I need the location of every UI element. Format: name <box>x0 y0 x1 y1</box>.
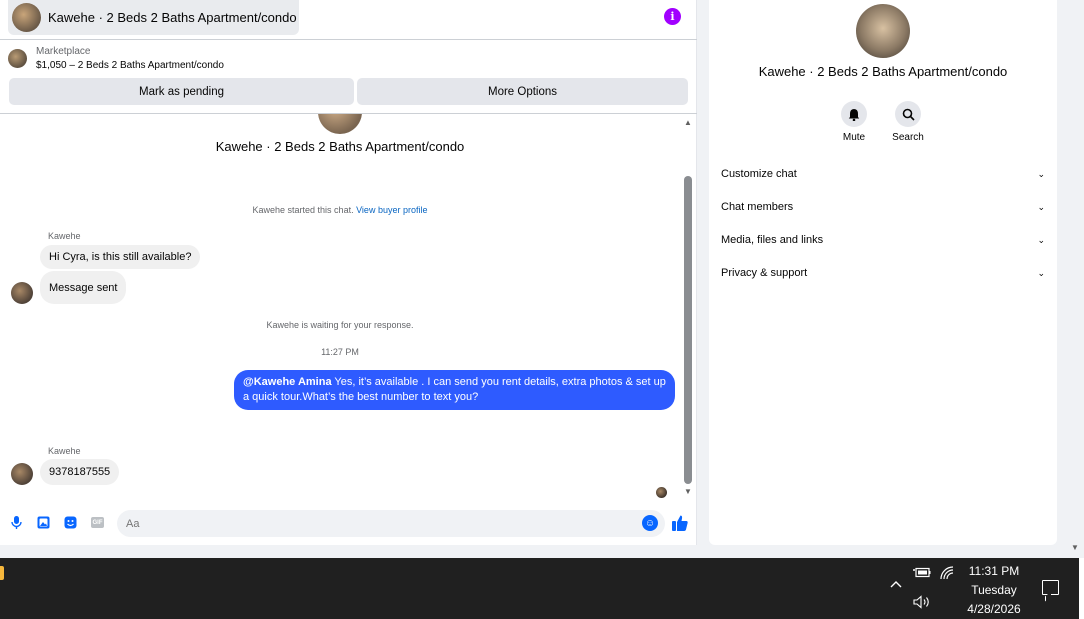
taskbar: 11:31 PM Tuesday 4/28/2026 <box>0 558 1084 619</box>
incoming-message: Message sent <box>40 271 127 304</box>
view-buyer-profile-link[interactable]: View buyer profile <box>356 205 427 215</box>
listing-price-title: $1,050 – 2 Beds 2 Baths Apartment/condo <box>36 60 224 71</box>
thumbs-up-icon[interactable] <box>671 514 689 532</box>
chevron-down-icon: ⌄ <box>1037 201 1045 212</box>
waiting-notice: Kawehe is waiting for your response. <box>266 320 414 330</box>
section-customize-chat[interactable]: Customize chat ⌄ <box>721 164 1045 184</box>
message-scrollbar[interactable]: ▲ ▼ <box>683 116 693 498</box>
clock-day: Tuesday <box>971 583 1017 597</box>
chevron-up-icon[interactable] <box>890 580 902 588</box>
chat-panel: Kawehe · 2 Beds 2 Baths Apartment/condo … <box>0 0 697 545</box>
message-composer: GIF ☺ <box>0 506 697 542</box>
microphone-icon[interactable] <box>10 516 23 529</box>
taskbar-app-icon[interactable] <box>0 566 4 580</box>
outgoing-message: @Kawehe Amina Yes, it’s available . I ca… <box>234 370 675 410</box>
scroll-thumb[interactable] <box>684 176 692 484</box>
mute-label: Mute <box>842 132 866 143</box>
page-scroll-down-icon[interactable]: ▼ <box>1071 543 1079 552</box>
mute-button[interactable]: Mute <box>829 101 879 143</box>
mark-as-pending-button[interactable]: Mark as pending <box>9 78 354 105</box>
chat-started-text: Kawehe started this chat. <box>252 205 354 215</box>
incoming-message: Hi Cyra, is this still available? <box>40 245 201 269</box>
search-button[interactable]: Search <box>883 101 933 143</box>
bell-icon <box>841 101 867 127</box>
marketplace-listing[interactable]: Marketplace $1,050 – 2 Beds 2 Baths Apar… <box>8 46 224 71</box>
message-list: Kawehe · 2 Beds 2 Baths Apartment/condo … <box>0 114 680 504</box>
conversation-avatar <box>318 114 362 134</box>
info-icon[interactable]: i <box>664 8 681 25</box>
scroll-down-arrow-icon[interactable]: ▼ <box>684 487 692 496</box>
section-media-files-links[interactable]: Media, files and links ⌄ <box>721 230 1045 250</box>
section-label: Customize chat <box>721 168 797 180</box>
sender-name: Kawehe <box>48 231 81 241</box>
battery-icon[interactable] <box>913 567 931 578</box>
scroll-up-arrow-icon[interactable]: ▲ <box>684 118 692 127</box>
chevron-down-icon: ⌄ <box>1037 267 1045 278</box>
message-input[interactable] <box>117 510 665 537</box>
wifi-icon[interactable] <box>940 566 954 580</box>
section-label: Media, files and links <box>721 234 824 246</box>
mention[interactable]: @Kawehe Amina <box>243 376 332 388</box>
sender-name: Kawehe <box>48 446 81 456</box>
listing-thumbnail <box>8 49 27 68</box>
section-chat-members[interactable]: Chat members ⌄ <box>721 197 1045 217</box>
conversation-header-button[interactable]: Kawehe · 2 Beds 2 Baths Apartment/condo <box>8 0 299 35</box>
incoming-message: 9378187555 <box>40 459 120 485</box>
header-title: Kawehe · 2 Beds 2 Baths Apartment/condo <box>48 10 297 25</box>
avatar <box>11 463 33 485</box>
chat-started-notice: Kawehe started this chat. View buyer pro… <box>0 205 680 215</box>
emoji-icon[interactable]: ☺ <box>642 515 658 531</box>
chevron-down-icon: ⌄ <box>1037 168 1045 179</box>
chat-info-panel: Kawehe · 2 Beds 2 Baths Apartment/condo … <box>709 0 1057 545</box>
system-clock[interactable]: 11:31 PM Tuesday 4/28/2026 <box>960 562 1028 619</box>
search-label: Search <box>892 132 924 143</box>
info-title: Kawehe · 2 Beds 2 Baths Apartment/condo <box>758 64 1008 79</box>
conversation-title: Kawehe · 2 Beds 2 Baths Apartment/condo <box>215 139 465 154</box>
sticker-icon[interactable] <box>64 516 77 529</box>
avatar <box>856 4 910 58</box>
chat-header: Kawehe · 2 Beds 2 Baths Apartment/condo … <box>0 0 697 40</box>
avatar <box>11 282 33 304</box>
notification-icon[interactable] <box>1042 580 1059 595</box>
photo-icon[interactable] <box>37 516 50 529</box>
listing-actions: Mark as pending More Options <box>9 78 688 105</box>
chevron-down-icon: ⌄ <box>1037 234 1045 245</box>
section-label: Privacy & support <box>721 267 808 279</box>
clock-time: 11:31 PM <box>968 564 1020 578</box>
read-receipt-avatar <box>656 487 667 498</box>
message-timestamp: 11:27 PM <box>321 347 359 357</box>
section-privacy-support[interactable]: Privacy & support ⌄ <box>721 263 1045 283</box>
avatar <box>12 3 41 32</box>
section-label: Chat members <box>721 201 794 213</box>
speaker-icon[interactable] <box>913 595 931 609</box>
gif-icon[interactable]: GIF <box>91 517 104 528</box>
marketplace-label: Marketplace <box>36 46 91 57</box>
clock-date: 4/28/2026 <box>967 602 1021 616</box>
search-icon <box>895 101 921 127</box>
show-desktop-button[interactable] <box>1079 558 1084 619</box>
more-options-button[interactable]: More Options <box>357 78 688 105</box>
